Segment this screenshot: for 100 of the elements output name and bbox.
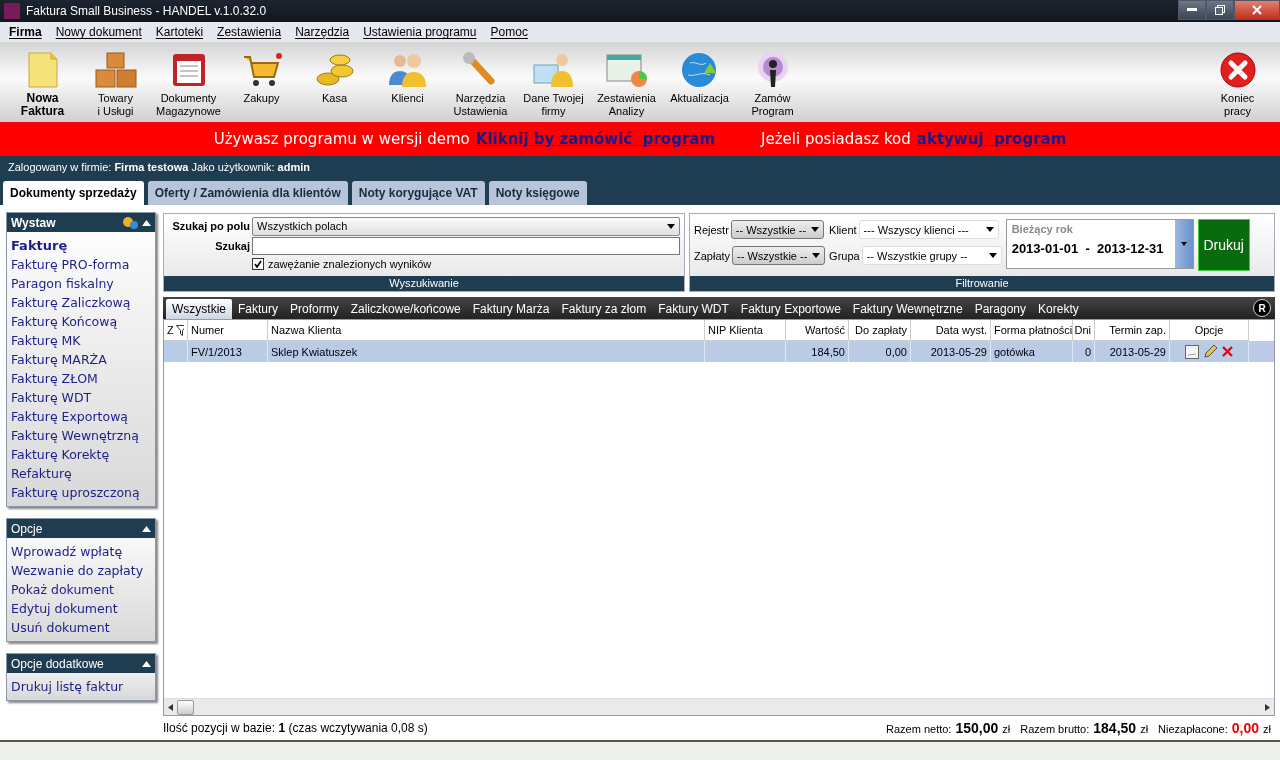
filter-tab[interactable]: Zaliczkowe/końcowe <box>344 299 467 319</box>
currency-label: zł <box>1140 723 1149 735</box>
search-field[interactable] <box>252 237 680 255</box>
toolbar-button[interactable]: Kasa <box>298 42 371 122</box>
minimize-button[interactable] <box>1178 0 1206 20</box>
pencil-icon[interactable] <box>1203 344 1218 359</box>
close-button[interactable] <box>1234 0 1280 20</box>
toolbar-button[interactable]: Nowa Faktura <box>6 42 79 122</box>
activation-notice: Jeżeli posiadasz kod <box>761 130 911 148</box>
filter-tab[interactable]: Faktury Wewnętrzne <box>846 299 969 319</box>
toolbar-button[interactable]: Narzędzia Ustawienia <box>444 42 517 122</box>
caret-icon <box>985 227 994 232</box>
menu-item[interactable]: Firma <box>2 25 49 39</box>
delete-icon[interactable] <box>1222 346 1233 357</box>
left-arrow-icon[interactable] <box>168 703 173 711</box>
sidebar-link[interactable]: Fakturę Wewnętrzną <box>11 426 152 445</box>
collapse-icon[interactable] <box>142 525 151 532</box>
toolbar-button[interactable]: Zakupy <box>225 42 298 122</box>
filter-tab[interactable]: Faktury za złom <box>555 299 653 319</box>
sidebar-link[interactable]: Fakturę ZŁOM <box>11 369 152 388</box>
menu-item[interactable]: Pomoc <box>483 25 535 39</box>
sidebar-link[interactable]: Usuń dokument <box>11 618 152 637</box>
toolbar-button[interactable]: Klienci <box>371 42 444 122</box>
toolbar-button[interactable]: Zestawienia Analizy <box>590 42 663 122</box>
payment-dropdown[interactable]: -- Wszystkie -- <box>732 246 826 265</box>
total-label: Razem brutto: <box>1020 723 1090 735</box>
group-dropdown[interactable]: -- Wszystkie grupy -- <box>861 246 1002 265</box>
sidebar-link[interactable]: Paragon fiskalny <box>11 274 152 293</box>
filter-tab[interactable]: Proformy <box>284 299 345 319</box>
window-title: Faktura Small Business - HANDEL v.1.0.32.0 <box>26 4 267 18</box>
total-value: 184,50 <box>1093 720 1137 736</box>
sidebar-link[interactable]: Edytuj dokument <box>11 599 152 618</box>
sidebar-link[interactable]: Fakturę WDT <box>11 388 152 407</box>
right-arrow-icon[interactable] <box>1265 703 1270 711</box>
filter-tab[interactable]: Faktury <box>232 299 284 319</box>
preview-icon[interactable] <box>1185 344 1199 359</box>
sidebar-link[interactable]: Fakturę MARŻA <box>11 350 152 369</box>
panel-title: Wystaw <box>11 215 57 230</box>
menu-item[interactable]: Narzędzia <box>288 25 357 39</box>
register-dropdown[interactable]: -- Wszystkie -- <box>730 220 824 239</box>
sidebar-link[interactable]: Fakturę Zaliczkową <box>11 293 152 312</box>
toolbar-button[interactable]: Koniec pracy <box>1201 42 1274 122</box>
menu-item[interactable]: Nowy dokument <box>48 25 149 39</box>
menu-item[interactable]: Kartoteki <box>148 25 211 39</box>
table-cell: FV/1/2013 <box>188 341 268 362</box>
maximize-button[interactable] <box>1206 0 1234 20</box>
sidebar-link[interactable]: Fakturę Exportową <box>11 407 152 426</box>
checkbox[interactable] <box>252 258 264 270</box>
filter-tab[interactable]: Wszystkie <box>166 299 232 319</box>
filter-tab[interactable]: Faktury Exportowe <box>734 299 847 319</box>
horizontal-scrollbar[interactable] <box>164 698 1274 715</box>
toolbar-button[interactable]: Zamów Program <box>736 42 809 122</box>
menu-item[interactable]: Zestawienia <box>210 25 289 39</box>
r-badge[interactable]: R <box>1253 299 1271 317</box>
sidebar-link[interactable]: Pokaż dokument <box>11 580 152 599</box>
table-cell: 2013-05-29 <box>1095 341 1170 362</box>
filter-tab[interactable]: Paragony <box>968 299 1033 319</box>
filter-tab[interactable]: Korekty <box>1032 299 1085 319</box>
login-info: Zalogowany w firmie: Firma testowa Jako użytkownik: admin <box>7 160 311 175</box>
sidebar-link[interactable]: Refakturę <box>11 464 152 483</box>
sidebar-link[interactable]: Fakturę <box>11 236 152 255</box>
sidebar-link[interactable]: Wprowadź wpłatę <box>11 542 152 561</box>
tab[interactable]: Oferty / Zamówienia dla klientów <box>147 181 348 205</box>
scrollbar-thumb[interactable] <box>177 699 194 715</box>
toolbar-button[interactable]: Towary i Usługi <box>79 42 152 122</box>
panel-title: Opcje dodatkowe <box>11 656 105 671</box>
filter-icon <box>175 324 184 336</box>
period-value: 2013-01-01 - 2013-12-31 <box>1011 241 1165 256</box>
menu-item[interactable]: Ustawienia programu <box>356 25 484 39</box>
boxes-icon <box>93 51 138 89</box>
sidebar-link[interactable]: Fakturę uproszczoną <box>11 483 152 502</box>
sidebar-link[interactable]: Fakturę MK <box>11 331 152 350</box>
collapse-icon[interactable] <box>142 219 151 226</box>
toolbar-button[interactable]: Dane Twojej firmy <box>517 42 590 122</box>
sidebar-link[interactable]: Fakturę PRO-forma <box>11 255 152 274</box>
gears-icon <box>122 216 138 229</box>
currency-label: zł <box>1263 723 1271 735</box>
table-row[interactable]: FV/1/2013 Sklep Kwiatuszek 184,50 0,00 2013-05-29 gotówka 0 2013-05-29 <box>164 341 1274 362</box>
collapse-icon[interactable] <box>142 660 151 667</box>
tab[interactable]: Noty księgowe <box>488 181 587 205</box>
panel-title: Opcje <box>11 521 44 536</box>
print-button[interactable]: Drukuj <box>1197 219 1250 271</box>
filter-tab[interactable]: Faktury WDT <box>652 299 735 319</box>
filter-label: Rejestr <box>694 223 729 236</box>
toolbar-button[interactable]: Dokumenty Magazynowe <box>152 42 225 122</box>
chart-window-icon <box>604 51 649 89</box>
period-dropdown[interactable]: Bieżący rok 2013-01-01 - 2013-12-31 <box>1005 219 1194 269</box>
total-value: 150,00 <box>955 720 999 736</box>
toolbar-button[interactable]: Aktualizacja <box>663 42 736 122</box>
field-dropdown[interactable]: Wszystkich polach <box>252 216 680 236</box>
client-dropdown[interactable]: --- Wszyscy klienci --- <box>858 220 999 239</box>
demo-notice: Używasz programu w wersji demo <box>213 130 470 148</box>
filter-tab[interactable]: Faktury Marża <box>466 299 556 319</box>
sidebar-link[interactable]: Drukuj listę faktur <box>11 677 152 696</box>
sidebar-link[interactable]: Fakturę Końcową <box>11 312 152 331</box>
filter-label: Zapłaty <box>694 249 731 262</box>
tab[interactable]: Dokumenty sprzedaży <box>3 181 144 205</box>
sidebar-link[interactable]: Fakturę Korektę <box>11 445 152 464</box>
tab[interactable]: Noty korygujące VAT <box>351 181 485 205</box>
sidebar-link[interactable]: Wezwanie do zapłaty <box>11 561 152 580</box>
